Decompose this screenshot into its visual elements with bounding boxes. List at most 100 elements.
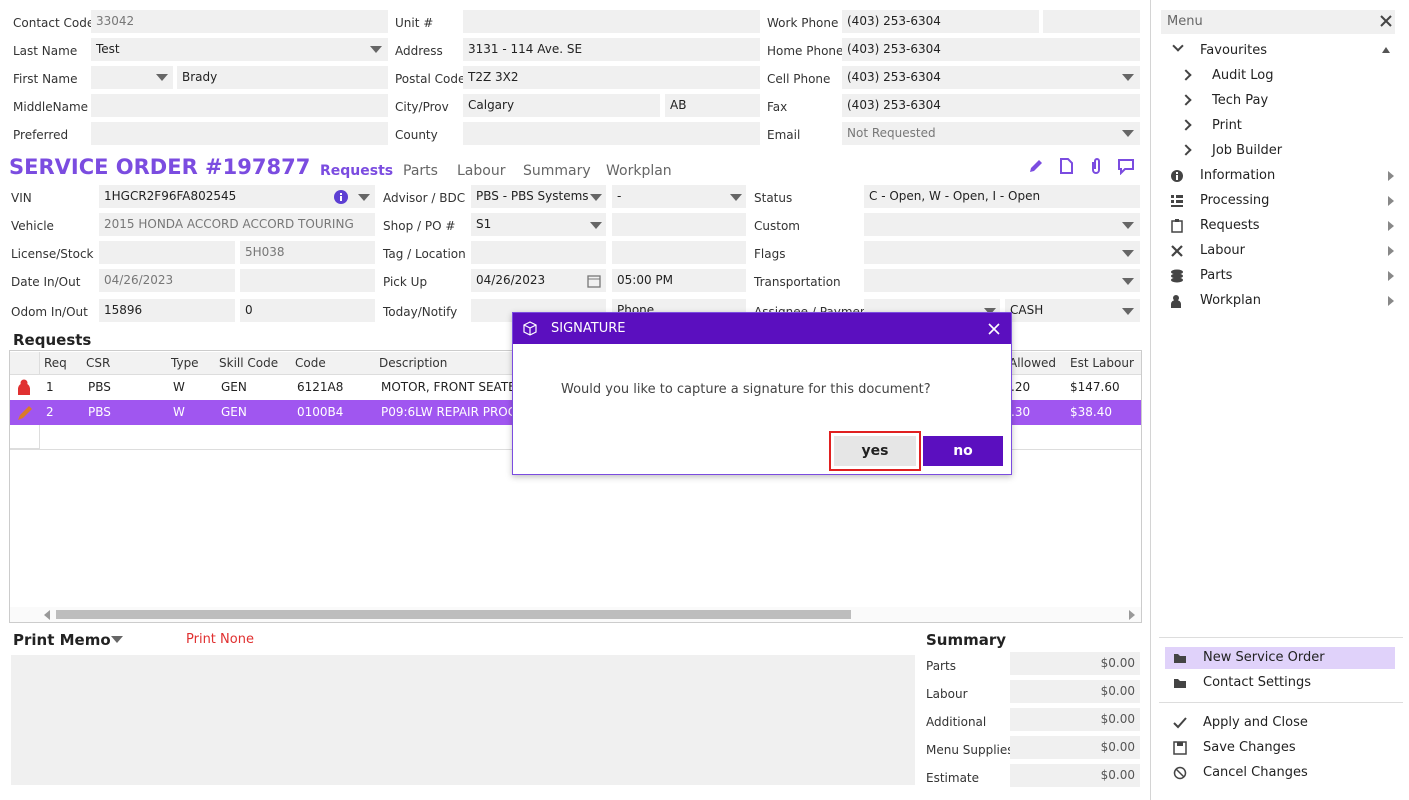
chevron-down-icon[interactable] — [358, 194, 370, 201]
tab-requests[interactable]: Requests — [320, 163, 393, 179]
tab-workplan[interactable]: Workplan — [606, 163, 672, 179]
chevron-down-icon[interactable] — [370, 46, 382, 53]
expand-icon[interactable] — [1388, 171, 1394, 181]
memo-textarea[interactable] — [11, 655, 915, 785]
vehicle-field[interactable]: 2015 HONDA ACCORD ACCORD TOURING — [99, 213, 375, 236]
bdc-field[interactable]: - — [612, 185, 746, 208]
menu-processing[interactable]: Processing — [1200, 193, 1269, 208]
expand-icon[interactable] — [1388, 246, 1394, 256]
chevron-down-icon[interactable] — [1122, 222, 1134, 229]
collapse-icon[interactable] — [1382, 47, 1390, 53]
new-row-cell[interactable] — [10, 425, 40, 449]
tab-parts[interactable]: Parts — [403, 163, 438, 179]
advisor-field[interactable]: PBS - PBS Systems — [471, 185, 606, 208]
chevron-down-icon[interactable] — [1172, 40, 1184, 52]
menu-workplan[interactable]: Workplan — [1200, 293, 1261, 308]
menu-information[interactable]: Information — [1200, 168, 1275, 183]
chevron-down-icon[interactable] — [730, 194, 742, 201]
col-code[interactable]: Code — [295, 356, 326, 370]
contact-code-field[interactable]: 33042 — [91, 10, 388, 33]
county-field[interactable] — [463, 122, 760, 145]
fax-field[interactable]: (403) 253-6304 — [842, 94, 1140, 117]
tab-labour[interactable]: Labour — [457, 163, 505, 179]
col-req[interactable]: Req — [44, 356, 67, 370]
transportation-field[interactable] — [864, 269, 1140, 292]
chevron-down-icon[interactable] — [590, 194, 602, 201]
home-phone-field[interactable]: (403) 253-6304 — [842, 38, 1140, 61]
document-icon[interactable] — [1057, 157, 1075, 175]
address-field[interactable]: 3131 - 114 Ave. SE — [463, 38, 760, 61]
menu-item-tech-pay[interactable]: Tech Pay — [1212, 93, 1268, 108]
col-csr[interactable]: CSR — [86, 356, 110, 370]
pickup-date-field[interactable]: 04/26/2023 — [471, 269, 606, 292]
scroll-right-icon[interactable] — [1129, 610, 1135, 620]
close-icon[interactable] — [1379, 14, 1393, 28]
odom-in-field[interactable]: 15896 — [99, 299, 235, 322]
preferred-field[interactable] — [91, 122, 388, 145]
pickup-time-field[interactable]: 05:00 PM — [612, 269, 746, 292]
chevron-down-icon[interactable] — [1122, 130, 1134, 137]
expand-icon[interactable] — [1388, 271, 1394, 281]
menu-item-audit-log[interactable]: Audit Log — [1212, 68, 1273, 83]
calendar-icon[interactable] — [587, 274, 601, 288]
menu-item-print[interactable]: Print — [1212, 118, 1242, 133]
no-button[interactable]: no — [923, 436, 1003, 466]
middle-name-field[interactable] — [91, 94, 388, 117]
chevron-down-icon[interactable] — [1122, 308, 1134, 315]
stock-field[interactable]: 5H038 — [240, 241, 375, 264]
payment-field[interactable]: CASH — [1005, 299, 1140, 322]
chevron-down-icon[interactable] — [156, 74, 168, 81]
col-skill-code[interactable]: Skill Code — [219, 356, 278, 370]
custom-field[interactable] — [864, 213, 1140, 236]
apply-close-button[interactable]: Apply and Close — [1203, 715, 1308, 730]
attachment-icon[interactable] — [1087, 157, 1105, 175]
work-phone-ext-field[interactable] — [1043, 10, 1140, 33]
chevron-down-icon[interactable] — [1122, 250, 1134, 257]
license-field[interactable] — [99, 241, 235, 264]
cancel-changes-button[interactable]: Cancel Changes — [1203, 765, 1308, 780]
expand-icon[interactable] — [1388, 296, 1394, 306]
chevron-down-icon[interactable] — [1122, 74, 1134, 81]
col-est-labour[interactable]: Est Labour — [1070, 356, 1134, 370]
postal-code-field[interactable]: T2Z 3X2 — [463, 66, 760, 89]
menu-parts[interactable]: Parts — [1200, 268, 1232, 283]
contact-settings-button[interactable]: Contact Settings — [1203, 675, 1311, 690]
menu-requests[interactable]: Requests — [1200, 218, 1260, 233]
print-none-link[interactable]: Print None — [186, 632, 254, 647]
col-type[interactable]: Type — [171, 356, 199, 370]
email-field[interactable]: Not Requested — [842, 122, 1140, 145]
menu-item-job-builder[interactable]: Job Builder — [1212, 143, 1282, 158]
info-icon[interactable] — [333, 189, 349, 205]
chevron-down-icon[interactable] — [590, 222, 602, 229]
close-icon[interactable] — [988, 323, 1000, 335]
menu-labour[interactable]: Labour — [1200, 243, 1245, 258]
last-name-field[interactable]: Test — [91, 38, 388, 61]
menu-favourites[interactable]: Favourites — [1200, 43, 1267, 58]
first-name-field[interactable]: Brady — [177, 66, 388, 89]
date-in-field[interactable]: 04/26/2023 — [99, 269, 235, 292]
chevron-down-icon[interactable] — [1122, 278, 1134, 285]
work-phone-field[interactable]: (403) 253-6304 — [842, 10, 1039, 33]
tag-field[interactable] — [471, 241, 606, 264]
chevron-down-icon[interactable] — [111, 636, 123, 643]
expand-icon[interactable] — [1388, 196, 1394, 206]
scrollbar-thumb[interactable] — [56, 610, 851, 619]
cell-phone-field[interactable]: (403) 253-6304 — [842, 66, 1140, 89]
odom-out-field[interactable]: 0 — [240, 299, 375, 322]
col-allowed[interactable]: Allowed — [1009, 356, 1056, 370]
comment-icon[interactable] — [1117, 157, 1135, 175]
unit-field[interactable] — [463, 10, 760, 33]
save-changes-button[interactable]: Save Changes — [1203, 740, 1296, 755]
edit-icon[interactable] — [1027, 157, 1045, 175]
expand-icon[interactable] — [1388, 221, 1394, 231]
po-field[interactable] — [612, 213, 746, 236]
shop-field[interactable]: S1 — [471, 213, 606, 236]
scroll-left-icon[interactable] — [44, 610, 50, 620]
province-field[interactable]: AB — [665, 94, 760, 117]
date-out-field[interactable] — [240, 269, 375, 292]
city-field[interactable]: Calgary — [463, 94, 660, 117]
flags-field[interactable] — [864, 241, 1140, 264]
col-description[interactable]: Description — [379, 356, 447, 370]
new-service-order-button[interactable]: New Service Order — [1203, 650, 1325, 665]
location-field[interactable] — [612, 241, 746, 264]
